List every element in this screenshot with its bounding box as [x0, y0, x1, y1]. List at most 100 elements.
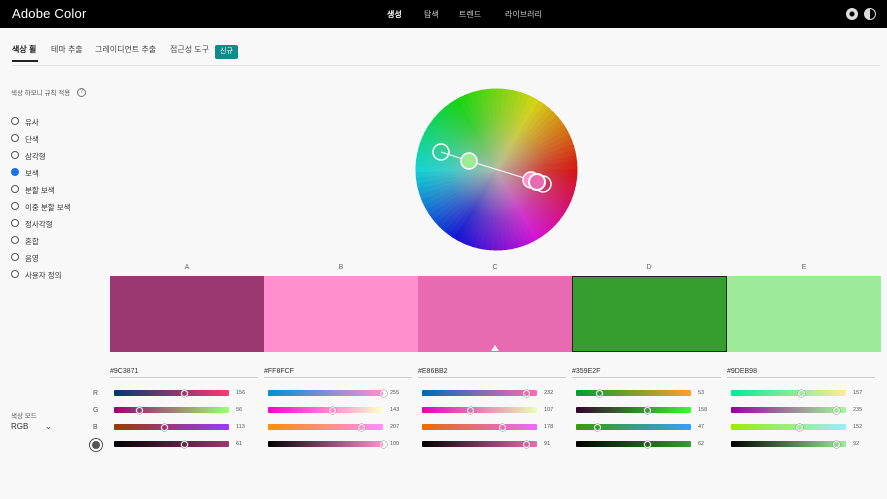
tab-extract-theme[interactable]: 테마 추출	[51, 44, 83, 55]
color-swatch[interactable]	[572, 276, 727, 352]
slider-value[interactable]: 235	[853, 407, 862, 413]
color-slider-track[interactable]	[576, 407, 691, 413]
color-slider-knob[interactable]	[328, 406, 336, 414]
tab-color-wheel[interactable]: 색상 휠	[12, 44, 36, 55]
color-slider-knob[interactable]	[379, 389, 387, 397]
harmony-rule-option[interactable]: 삼각형	[11, 150, 111, 164]
radio-button[interactable]	[11, 219, 19, 227]
slider-value[interactable]: 56	[236, 407, 242, 413]
color-swatch[interactable]	[727, 276, 881, 352]
slider-value[interactable]: 178	[544, 424, 553, 430]
color-wheel[interactable]	[415, 88, 578, 251]
color-swatch[interactable]	[110, 276, 264, 352]
color-slider-track[interactable]	[114, 441, 229, 447]
radio-button[interactable]	[11, 185, 19, 193]
wheel-handle-e[interactable]	[460, 152, 478, 170]
color-slider-track[interactable]	[114, 424, 229, 430]
color-slider-knob[interactable]	[161, 423, 169, 431]
tab-extract-gradient[interactable]: 그레이디언트 추출	[95, 44, 156, 55]
color-swatch[interactable]	[418, 276, 572, 352]
hex-value[interactable]: #FF8FCF	[264, 368, 294, 375]
slider-value[interactable]: 53	[698, 390, 704, 396]
color-slider-track[interactable]	[268, 424, 383, 430]
radio-button[interactable]	[11, 236, 19, 244]
slider-value[interactable]: 143	[390, 407, 399, 413]
slider-value[interactable]: 91	[544, 441, 550, 447]
slider-value[interactable]: 113	[236, 424, 245, 430]
slider-value[interactable]: 232	[544, 390, 553, 396]
color-swatch[interactable]	[264, 276, 418, 352]
color-slider-knob[interactable]	[796, 423, 804, 431]
slider-value[interactable]: 207	[390, 424, 399, 430]
color-slider-knob[interactable]	[593, 423, 601, 431]
harmony-rule-option[interactable]: 보색	[11, 167, 111, 181]
color-slider-knob[interactable]	[833, 440, 841, 448]
tab-accessibility-tools[interactable]: 접근성 도구	[170, 44, 209, 55]
slider-value[interactable]: 100	[390, 441, 399, 447]
slider-value[interactable]: 107	[544, 407, 553, 413]
help-icon[interactable]: ?	[77, 88, 86, 97]
color-slider-track[interactable]	[731, 424, 846, 430]
color-slider-knob[interactable]	[379, 440, 387, 448]
gear-icon[interactable]	[846, 8, 858, 20]
radio-button[interactable]	[11, 134, 19, 142]
color-slider-knob[interactable]	[498, 423, 506, 431]
slider-value[interactable]: 47	[698, 424, 704, 430]
slider-value[interactable]: 255	[390, 390, 399, 396]
color-slider-knob[interactable]	[357, 423, 365, 431]
nav-create[interactable]: 생성	[387, 9, 402, 20]
nav-explore[interactable]: 탐색	[424, 9, 439, 20]
slider-value[interactable]: 158	[698, 407, 707, 413]
color-slider-track[interactable]	[422, 441, 537, 447]
color-slider-track[interactable]	[731, 390, 846, 396]
slider-value[interactable]: 156	[236, 390, 245, 396]
color-slider-knob[interactable]	[180, 389, 188, 397]
harmony-rule-option[interactable]: 분할 보색	[11, 184, 111, 198]
color-slider-track[interactable]	[731, 407, 846, 413]
color-slider-track[interactable]	[731, 441, 846, 447]
dark-mode-icon[interactable]	[864, 8, 876, 20]
color-slider-knob[interactable]	[466, 406, 474, 414]
color-slider-track[interactable]	[422, 407, 537, 413]
radio-button[interactable]	[11, 168, 19, 176]
radio-button[interactable]	[11, 253, 19, 261]
slider-value[interactable]: 62	[698, 441, 704, 447]
nav-trends[interactable]: 트렌드	[459, 9, 481, 20]
harmony-rule-option[interactable]: 정사각형	[11, 218, 111, 232]
slider-value[interactable]: 152	[853, 424, 862, 430]
harmony-rule-option[interactable]: 유사	[11, 116, 111, 130]
harmony-rule-option[interactable]: 사용자 정의	[11, 269, 111, 283]
color-slider-track[interactable]	[114, 407, 229, 413]
color-mode-select[interactable]: RGB ⌄	[11, 422, 52, 434]
radio-button[interactable]	[11, 202, 19, 210]
color-slider-knob[interactable]	[596, 389, 604, 397]
harmony-rule-option[interactable]: 혼합	[11, 235, 111, 249]
color-slider-track[interactable]	[268, 390, 383, 396]
hex-value[interactable]: #359E2F	[572, 368, 600, 375]
radio-button[interactable]	[11, 117, 19, 125]
nav-library[interactable]: 라이브러리	[505, 9, 542, 20]
slider-value[interactable]: 157	[853, 390, 862, 396]
hex-value[interactable]: #9DEB98	[727, 368, 757, 375]
color-slider-knob[interactable]	[523, 440, 531, 448]
slider-value[interactable]: 61	[236, 441, 242, 447]
color-slider-knob[interactable]	[643, 440, 651, 448]
color-slider-track[interactable]	[268, 407, 383, 413]
harmony-rule-option[interactable]: 음영	[11, 252, 111, 266]
color-slider-track[interactable]	[576, 390, 691, 396]
color-slider-track[interactable]	[422, 390, 537, 396]
harmony-rule-option[interactable]: 단색	[11, 133, 111, 147]
color-slider-knob[interactable]	[798, 389, 806, 397]
color-slider-track[interactable]	[422, 424, 537, 430]
radio-button[interactable]	[11, 151, 19, 159]
slider-value[interactable]: 92	[853, 441, 859, 447]
color-slider-knob[interactable]	[523, 389, 531, 397]
color-slider-track[interactable]	[268, 441, 383, 447]
color-slider-track[interactable]	[114, 390, 229, 396]
color-slider-track[interactable]	[576, 441, 691, 447]
wheel-handle-base[interactable]	[528, 173, 546, 191]
hex-value[interactable]: #E86BB2	[418, 368, 448, 375]
radio-button[interactable]	[11, 270, 19, 278]
hex-value[interactable]: #9C3871	[110, 368, 138, 375]
color-slider-knob[interactable]	[180, 440, 188, 448]
